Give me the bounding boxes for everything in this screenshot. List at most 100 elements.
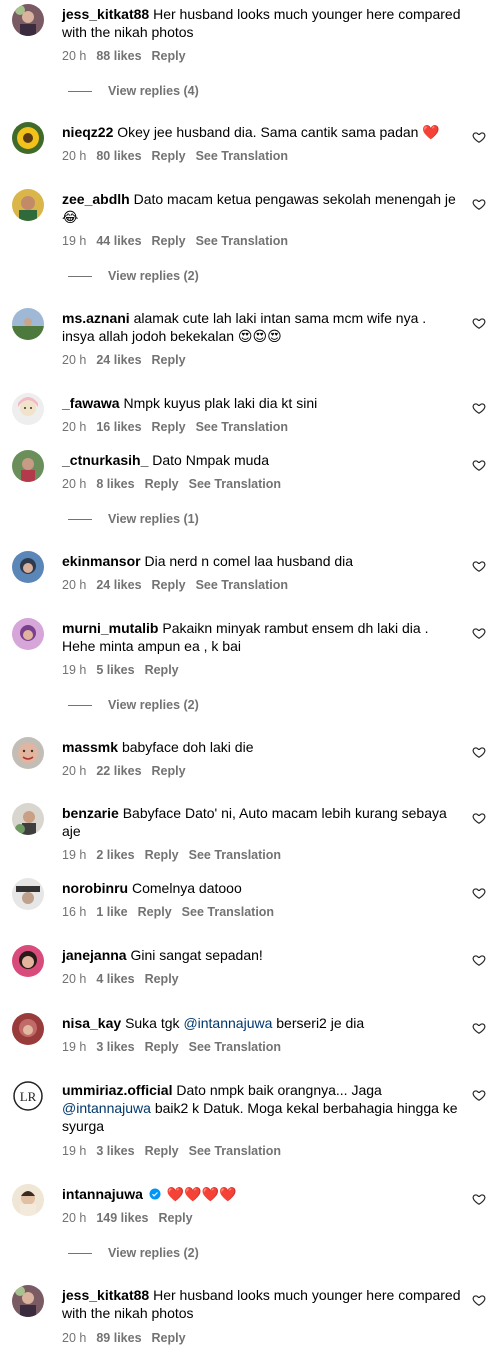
avatar[interactable] xyxy=(12,1285,44,1317)
likes-count[interactable]: 80 likes xyxy=(96,149,141,163)
reply-button[interactable]: Reply xyxy=(158,1211,192,1225)
reply-button[interactable]: Reply xyxy=(152,578,186,592)
view-replies-button[interactable]: View replies (2) xyxy=(68,1245,199,1261)
like-heart-icon[interactable] xyxy=(472,401,488,417)
avatar[interactable] xyxy=(12,4,44,36)
like-heart-icon[interactable] xyxy=(472,811,488,827)
username[interactable]: benzarie xyxy=(62,805,119,821)
reply-button[interactable]: Reply xyxy=(145,1040,179,1054)
comment-meta: 16 h 1 like Reply See Translation xyxy=(62,904,284,920)
like-heart-icon[interactable] xyxy=(472,953,488,969)
avatar[interactable] xyxy=(12,1013,44,1045)
avatar[interactable] xyxy=(12,393,44,425)
like-heart-icon[interactable] xyxy=(472,458,488,474)
likes-count[interactable]: 24 likes xyxy=(96,353,141,367)
username[interactable]: intannajuwa xyxy=(62,1186,143,1202)
reply-button[interactable]: Reply xyxy=(152,149,186,163)
like-heart-icon[interactable] xyxy=(472,626,488,642)
avatar[interactable] xyxy=(12,551,44,583)
likes-count[interactable]: 89 likes xyxy=(96,1331,141,1345)
reply-button[interactable]: Reply xyxy=(138,905,172,919)
avatar[interactable] xyxy=(12,308,44,340)
reply-button[interactable]: Reply xyxy=(152,353,186,367)
avatar[interactable] xyxy=(12,945,44,977)
see-translation-button[interactable]: See Translation xyxy=(196,578,288,592)
likes-count[interactable]: 2 likes xyxy=(96,848,134,862)
reply-button[interactable]: Reply xyxy=(145,848,179,862)
timestamp: 20 h xyxy=(62,972,87,986)
avatar[interactable] xyxy=(12,618,44,650)
like-heart-icon[interactable] xyxy=(472,197,488,213)
username[interactable]: norobinru xyxy=(62,880,128,896)
see-translation-button[interactable]: See Translation xyxy=(189,477,281,491)
like-heart-icon[interactable] xyxy=(472,1192,488,1208)
reply-button[interactable]: Reply xyxy=(145,972,179,986)
comment-text: massmk babyface doh laki die xyxy=(62,739,254,755)
likes-count[interactable]: 8 likes xyxy=(96,477,134,491)
reply-button[interactable]: Reply xyxy=(145,477,179,491)
username[interactable]: zee_abdlh xyxy=(62,191,130,207)
likes-count[interactable]: 88 likes xyxy=(96,49,141,63)
like-heart-icon[interactable] xyxy=(472,559,488,575)
username[interactable]: janejanna xyxy=(62,947,127,963)
likes-count[interactable]: 1 like xyxy=(96,905,127,919)
see-translation-button[interactable]: See Translation xyxy=(189,848,281,862)
reply-button[interactable]: Reply xyxy=(152,234,186,248)
avatar[interactable] xyxy=(12,803,44,835)
likes-count[interactable]: 5 likes xyxy=(96,663,134,677)
mention-link[interactable]: @intannajuwa xyxy=(183,1015,272,1031)
reply-button[interactable]: Reply xyxy=(145,1144,179,1158)
username[interactable]: nisa_kay xyxy=(62,1015,121,1031)
avatar[interactable]: LR xyxy=(12,1080,44,1112)
avatar[interactable] xyxy=(12,737,44,769)
username[interactable]: massmk xyxy=(62,739,118,755)
see-translation-button[interactable]: See Translation xyxy=(189,1144,281,1158)
username[interactable]: jess_kitkat88 xyxy=(62,6,149,22)
username[interactable]: ekinmansor xyxy=(62,553,141,569)
username[interactable]: ms.aznani xyxy=(62,310,130,326)
see-translation-button[interactable]: See Translation xyxy=(196,149,288,163)
avatar[interactable] xyxy=(12,122,44,154)
see-translation-button[interactable]: See Translation xyxy=(196,234,288,248)
likes-count[interactable]: 4 likes xyxy=(96,972,134,986)
likes-count[interactable]: 3 likes xyxy=(96,1144,134,1158)
view-replies-button[interactable]: View replies (2) xyxy=(68,268,199,284)
like-heart-icon[interactable] xyxy=(472,316,488,332)
username[interactable]: _fawawa xyxy=(62,395,120,411)
likes-count[interactable]: 149 likes xyxy=(96,1211,148,1225)
likes-count[interactable]: 44 likes xyxy=(96,234,141,248)
avatar[interactable] xyxy=(12,450,44,482)
like-heart-icon[interactable] xyxy=(472,1293,488,1309)
see-translation-button[interactable]: See Translation xyxy=(196,420,288,434)
likes-count[interactable]: 3 likes xyxy=(96,1040,134,1054)
comment-meta: 20 h 24 likes Reply See Translation xyxy=(62,577,298,593)
username[interactable]: nieqz22 xyxy=(62,124,113,140)
like-heart-icon[interactable] xyxy=(472,745,488,761)
like-heart-icon[interactable] xyxy=(472,1088,488,1104)
reply-button[interactable]: Reply xyxy=(145,663,179,677)
view-replies-button[interactable]: View replies (1) xyxy=(68,511,199,527)
username[interactable]: ummiriaz.official xyxy=(62,1082,172,1098)
comment-text: nisa_kay Suka tgk @intannajuwa berseri2 … xyxy=(62,1015,365,1031)
avatar[interactable] xyxy=(12,878,44,910)
like-heart-icon[interactable] xyxy=(472,1021,488,1037)
avatar[interactable] xyxy=(12,189,44,221)
likes-count[interactable]: 16 likes xyxy=(96,420,141,434)
username[interactable]: murni_mutalib xyxy=(62,620,158,636)
like-heart-icon[interactable] xyxy=(472,886,488,902)
likes-count[interactable]: 22 likes xyxy=(96,764,141,778)
reply-button[interactable]: Reply xyxy=(152,49,186,63)
see-translation-button[interactable]: See Translation xyxy=(189,1040,281,1054)
likes-count[interactable]: 24 likes xyxy=(96,578,141,592)
reply-button[interactable]: Reply xyxy=(152,764,186,778)
reply-button[interactable]: Reply xyxy=(152,420,186,434)
like-heart-icon[interactable] xyxy=(472,130,488,146)
username[interactable]: jess_kitkat88 xyxy=(62,1287,149,1303)
view-replies-button[interactable]: View replies (2) xyxy=(68,697,199,713)
mention-link[interactable]: @intannajuwa xyxy=(62,1100,151,1116)
reply-button[interactable]: Reply xyxy=(152,1331,186,1345)
see-translation-button[interactable]: See Translation xyxy=(182,905,274,919)
username[interactable]: _ctnurkasih_ xyxy=(62,452,148,468)
view-replies-button[interactable]: View replies (4) xyxy=(68,83,199,99)
avatar[interactable] xyxy=(12,1184,44,1216)
